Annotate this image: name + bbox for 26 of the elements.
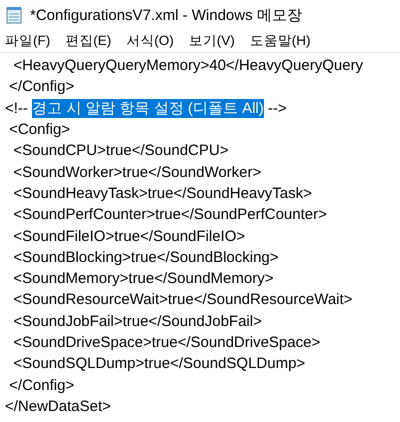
text-line: <!-- [5, 100, 29, 117]
notepad-icon [6, 6, 22, 24]
text-line: <Config> [8, 121, 70, 138]
menu-item[interactable]: 편집(E) [65, 32, 112, 50]
text-line: <SoundMemory>true</SoundMemory> [12, 270, 274, 288]
text-line: <SoundBlocking>true</SoundBlocking> [12, 248, 279, 266]
text-line: <HeavyQueryQueryMemory>40</HeavyQueryQuery [12, 57, 364, 74]
text-line: <SoundCPU>true</SoundCPU> [12, 142, 228, 160]
text-line: <SoundDriveSpace>true</SoundDriveSpace> [12, 334, 320, 351]
selected-text: 경고 시 알람 항목 설정 (디폴트 All) [32, 98, 264, 118]
text-line: </Config> [8, 78, 74, 96]
text-line: <SoundWorker>true</SoundWorker> [12, 164, 262, 181]
menu-item[interactable]: 서식(O) [126, 32, 174, 50]
menu-item[interactable]: 파일(F) [5, 32, 50, 50]
menu-item[interactable]: 도움말(H) [250, 32, 310, 50]
text-line: <SoundHeavyTask>true</SoundHeavyTask> [12, 184, 312, 202]
window-title: *ConfigurationsV7.xml - Windows 메모장 [30, 6, 302, 24]
text-line: <SoundPerfCounter>true</SoundPerfCounter> [12, 206, 327, 224]
text-line: </Config> [8, 376, 74, 394]
text-line: </NewDataSet> [5, 398, 111, 415]
text-line: <SoundFileIO>true</SoundFileIO> [12, 228, 246, 245]
menu-item[interactable]: 보기(V) [188, 32, 235, 50]
text-line: --> [266, 100, 287, 117]
text-line: <SoundJobFail>true</SoundJobFail> [12, 312, 262, 330]
text-line: <SoundResourceWait>true</SoundResourceWait> [12, 291, 352, 308]
text-line: <SoundSQLDump>true</SoundSQLDump> [12, 355, 306, 372]
